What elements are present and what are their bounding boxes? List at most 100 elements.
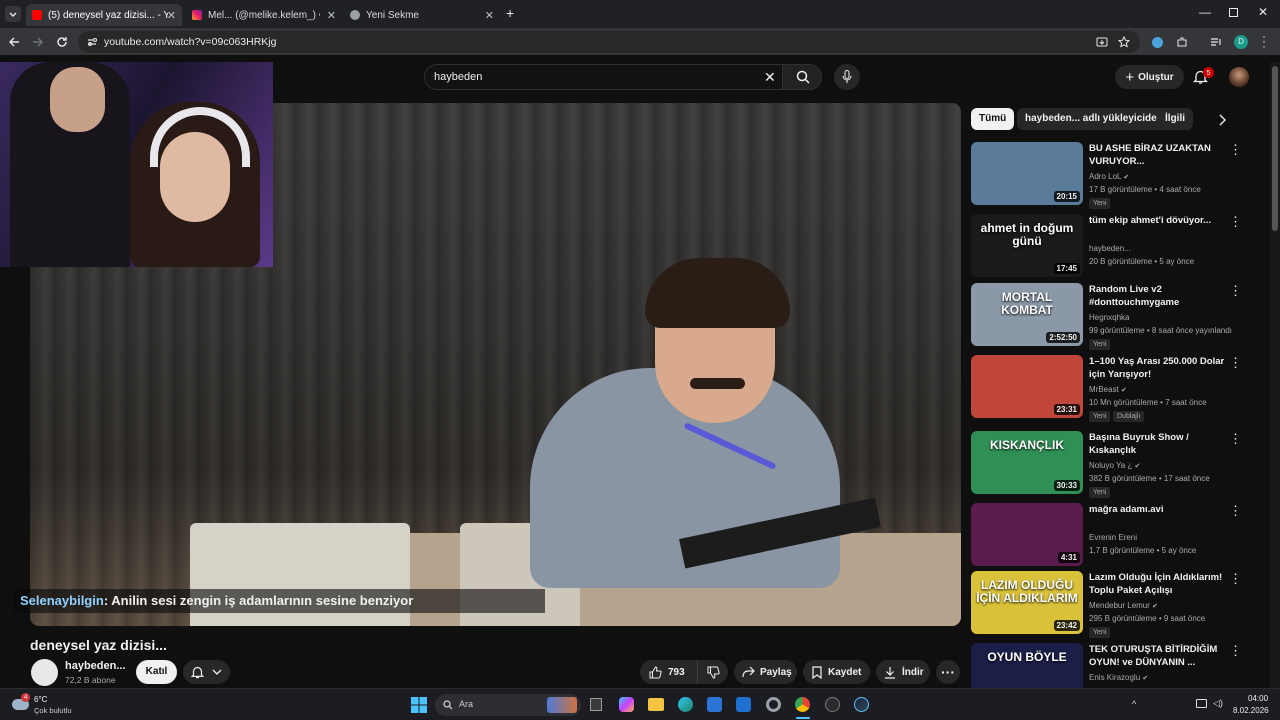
video-thumbnail[interactable]: 20:15 [971,142,1083,205]
browser-menu-icon[interactable]: · · · [1262,30,1266,52]
channel-avatar[interactable] [31,659,58,686]
more-options-icon[interactable]: ⋮ [1229,644,1242,659]
media-controls-icon[interactable] [1210,36,1222,48]
copilot-icon[interactable] [619,697,634,712]
back-arrow-icon[interactable] [8,36,20,48]
page-scrollbar[interactable] [1270,62,1280,688]
close-tab-icon[interactable]: ✕ [167,9,176,22]
recommendation-channel[interactable]: haybeden... [1089,244,1131,253]
channel-name[interactable]: haybeden... [65,660,126,672]
more-options-icon[interactable]: ⋮ [1229,572,1242,587]
reload-icon[interactable] [56,36,68,48]
recommendation-channel[interactable]: Adro LoL ✔ [1089,172,1129,181]
recommendation-channel[interactable]: Mendebur Lemur ✔ [1089,601,1158,610]
chip-related[interactable]: İlgili [1157,108,1193,130]
network-icon[interactable] [1196,699,1207,708]
clear-search-icon[interactable]: ✕ [764,69,776,86]
profile-avatar[interactable]: D [1234,35,1248,49]
close-window-button[interactable]: ✕ [1258,5,1268,19]
recommendation-title[interactable]: 1–100 Yaş Arası 250.000 Dolar için Yarış… [1089,355,1227,381]
taskbar-search[interactable]: Ara [435,694,581,716]
close-tab-icon[interactable]: ✕ [327,9,336,22]
recommendation-channel[interactable]: MrBeast ✔ [1089,385,1127,394]
recommendation-channel[interactable]: Hegnxqhka [1089,313,1129,322]
recommendation-title[interactable]: Lazım Olduğu İçin Aldıklarım! Toplu Pake… [1089,571,1227,597]
outlook-icon[interactable] [736,697,751,712]
site-info-icon[interactable] [86,36,98,48]
search-button[interactable] [782,64,822,90]
recommendation-channel[interactable]: Enis Kirazoglu ✔ [1089,673,1148,682]
voice-search-button[interactable] [834,64,860,90]
settings-icon[interactable] [766,697,781,712]
video-thumbnail[interactable]: 23:31 [971,355,1083,418]
account-avatar[interactable] [1229,67,1249,87]
recommendation-channel[interactable]: Noluyo Ya ¿ ✔ [1089,461,1140,470]
download-button[interactable]: İndir [876,660,930,684]
chrome-taskbar-icon[interactable] [795,697,810,712]
weather-widget[interactable]: 4 6°C Çok bulutlu [10,693,90,717]
thumbnail-text: MORTAL KOMBAT [1001,290,1053,317]
recommendation-title[interactable]: mağra adamı.avi [1089,503,1227,516]
join-button[interactable]: Katıl [136,660,177,684]
video-thumbnail[interactable]: ahmet in doğum günü 17:45 [971,214,1083,277]
more-options-icon[interactable]: ⋮ [1229,284,1242,299]
address-bar[interactable]: youtube.com/watch?v=09c063HRKjg [78,31,1140,53]
more-options-icon[interactable]: ⋮ [1229,143,1242,158]
recommendation-title[interactable]: Başına Buyruk Show / Kıskançlık [1089,431,1227,457]
store-icon[interactable] [707,697,722,712]
install-app-icon[interactable] [1096,36,1108,48]
video-thumbnail[interactable]: MORTAL KOMBAT 2:52:50 [971,283,1083,346]
more-options-icon[interactable]: ⋮ [1229,504,1242,519]
like-button[interactable]: 793 [640,660,698,684]
tray-overflow-icon[interactable]: ^ [1132,699,1136,709]
video-thumbnail[interactable]: LAZIM OLDUĞU İÇİN ALDIKLARIM 23:42 [971,571,1083,634]
chip-all[interactable]: Tümü [971,108,1015,130]
windows-start-icon[interactable] [411,697,427,713]
dislike-button[interactable] [698,660,728,684]
clock-time[interactable]: 04:00 [1248,694,1268,703]
more-options-icon[interactable]: ⋮ [1229,215,1242,230]
chevron-right-icon[interactable] [1218,114,1226,126]
more-options-icon[interactable]: ⋮ [1229,356,1242,371]
steam-icon[interactable] [854,697,869,712]
minimize-button[interactable]: — [1199,5,1211,19]
edge-icon[interactable] [678,697,693,712]
new-tab-button[interactable]: + [506,5,514,21]
tab-youtube[interactable]: (5) deneysel yaz dizisi... - YouTube ✕ [26,4,182,26]
thumbs-up-icon [649,665,662,678]
forward-arrow-icon[interactable] [32,36,44,48]
create-button[interactable]: + Oluştur [1115,65,1184,89]
subscription-bell-button[interactable] [183,660,230,684]
app-icon[interactable] [825,697,840,712]
more-actions-button[interactable]: ··· [936,660,960,684]
recommendation-channel[interactable]: Evrenin Ereni [1089,533,1137,542]
extensions-puzzle-icon[interactable] [1176,36,1188,48]
tab-list-button[interactable] [5,6,21,22]
recommendation-title[interactable]: tüm ekip ahmet'i dövüyor... [1089,214,1227,227]
close-tab-icon[interactable]: ✕ [485,9,494,22]
chip-from-uploader[interactable]: haybeden... adlı yükleyiciden [1017,108,1171,130]
bookmark-star-icon[interactable] [1118,36,1130,48]
recommendation-title[interactable]: BU ASHE BİRAZ UZAKTAN VURUYOR... [1089,142,1227,168]
clock-date[interactable]: 8.02.2026 [1233,706,1269,715]
more-horizontal-icon: ··· [941,664,955,680]
tab-new[interactable]: Yeni Sekme ✕ [344,4,500,26]
share-label: Paylaş [760,666,792,678]
extension-icon[interactable] [1152,37,1163,48]
save-button[interactable]: Kaydet [803,660,870,684]
file-explorer-icon[interactable] [648,698,664,711]
tab-label: (5) deneysel yaz dizisi... - YouTube [48,9,168,21]
task-view-icon[interactable] [590,698,602,711]
recommendation-meta: 295 B görüntüleme • 9 saat önce [1089,614,1206,623]
search-input[interactable]: haybeden ✕ [424,64,782,90]
more-options-icon[interactable]: ⋮ [1229,432,1242,447]
share-button[interactable]: Paylaş [734,660,797,684]
recommendation-title[interactable]: Random Live v2 #donttouchmygame [1089,283,1227,309]
video-thumbnail[interactable]: KISKANÇLIK 30:33 [971,431,1083,494]
tab-instagram[interactable]: Mel... (@melike.kelem_) • Instagram ✕ [186,4,342,26]
maximize-button[interactable] [1229,8,1238,17]
volume-icon[interactable]: ◁) [1213,698,1223,709]
recommendation-title[interactable]: TEK OTURUŞTA BİTİRDİĞİM OYUN! ve DÜNYANI… [1089,643,1227,669]
scrollbar-thumb[interactable] [1272,66,1278,231]
video-thumbnail[interactable]: 4:31 [971,503,1083,566]
